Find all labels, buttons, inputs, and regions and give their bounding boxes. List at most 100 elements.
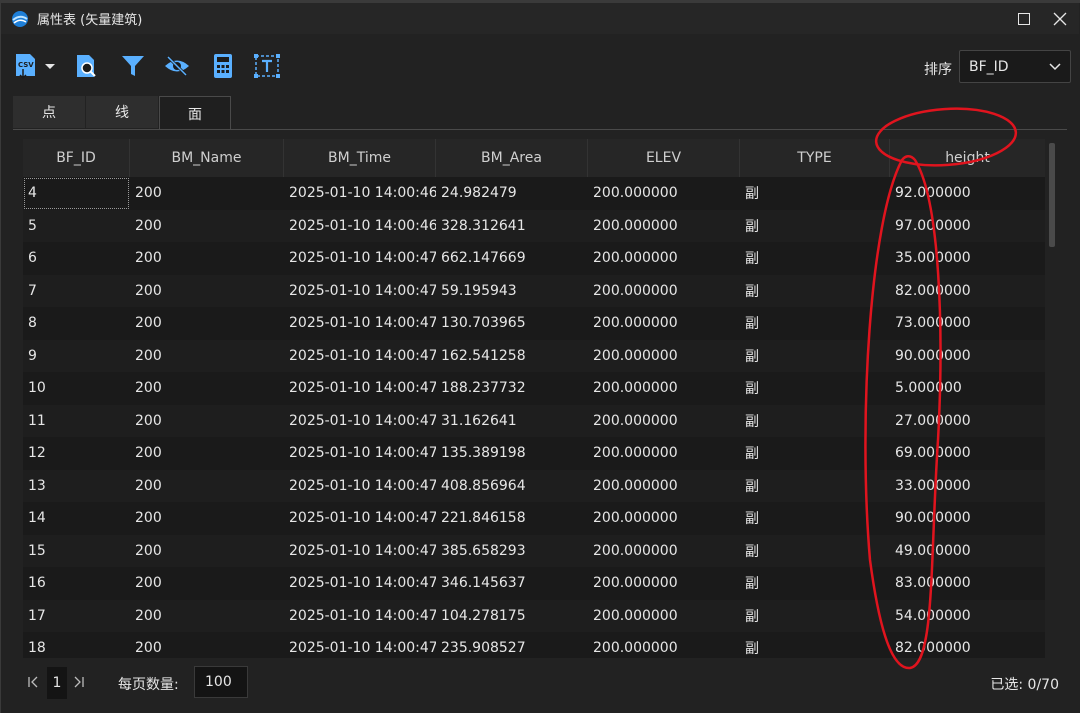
table-cell[interactable]: 200: [130, 307, 284, 340]
table-cell[interactable]: 35.000000: [890, 242, 1045, 275]
table-cell[interactable]: 8: [23, 307, 130, 340]
table-cell[interactable]: 200: [130, 567, 284, 600]
table-cell[interactable]: 副: [740, 632, 890, 658]
maximize-button[interactable]: [1007, 3, 1041, 34]
table-row[interactable]: 4 200 2025-01-10 14:00:46 24.982479 200.0000…: [23, 177, 1045, 210]
table-cell[interactable]: 104.278175: [436, 600, 588, 633]
table-cell[interactable]: 221.846158: [436, 502, 588, 535]
tab-polygon[interactable]: 面: [159, 96, 231, 130]
table-cell[interactable]: 200.000000: [588, 307, 740, 340]
scrollbar-thumb[interactable]: [1049, 143, 1055, 247]
table-cell[interactable]: 200: [130, 242, 284, 275]
table-row[interactable]: 17 200 2025-01-10 14:00:47 104.278175 200.00…: [23, 599, 1045, 633]
table-cell[interactable]: 6: [23, 242, 130, 275]
table-cell[interactable]: 副: [740, 535, 890, 568]
table-cell[interactable]: 10: [23, 372, 130, 405]
table-row[interactable]: 6 200 2025-01-10 14:00:47 662.147669 200.000…: [23, 242, 1045, 275]
table-cell[interactable]: 7: [23, 275, 130, 308]
table-cell[interactable]: 69.000000: [890, 437, 1045, 470]
table-row[interactable]: 16 200 2025-01-10 14:00:47 346.145637 200.00…: [23, 567, 1045, 600]
table-cell[interactable]: 副: [740, 372, 890, 405]
table-cell[interactable]: 副: [740, 210, 890, 243]
table-cell[interactable]: 90.000000: [890, 340, 1045, 373]
table-cell[interactable]: 200.000000: [588, 535, 740, 568]
table-cell[interactable]: 82.000000: [890, 275, 1045, 308]
table-cell[interactable]: 5.000000: [890, 372, 1045, 405]
table-cell[interactable]: 2025-01-10 14:00:47: [284, 307, 436, 340]
table-cell[interactable]: 385.658293: [436, 535, 588, 568]
table-cell[interactable]: 2025-01-10 14:00:47: [284, 437, 436, 470]
table-cell[interactable]: 2025-01-10 14:00:46: [284, 210, 436, 243]
table-cell[interactable]: 188.237732: [436, 372, 588, 405]
table-cell[interactable]: 4: [23, 177, 130, 210]
current-page[interactable]: 1: [47, 667, 67, 699]
table-cell[interactable]: 200: [130, 177, 284, 210]
table-cell[interactable]: 235.908527: [436, 632, 588, 658]
table-cell[interactable]: 200.000000: [588, 210, 740, 243]
table-cell[interactable]: 200.000000: [588, 340, 740, 373]
table-cell[interactable]: 16: [23, 567, 130, 600]
table-cell[interactable]: 2025-01-10 14:00:46: [284, 177, 436, 210]
table-row[interactable]: 10 200 2025-01-10 14:00:47 188.237732 200.00…: [23, 372, 1045, 405]
table-cell[interactable]: 90.000000: [890, 502, 1045, 535]
table-cell[interactable]: 200.000000: [588, 242, 740, 275]
table-cell[interactable]: 73.000000: [890, 307, 1045, 340]
table-cell[interactable]: 2025-01-10 14:00:47: [284, 275, 436, 308]
table-cell[interactable]: 130.703965: [436, 307, 588, 340]
table-cell[interactable]: 副: [740, 177, 890, 210]
table-row[interactable]: 11 200 2025-01-10 14:00:47 31.162641 200.000…: [23, 404, 1045, 438]
table-cell[interactable]: 2025-01-10 14:00:47: [284, 340, 436, 373]
table-cell[interactable]: 副: [740, 405, 890, 438]
table-cell[interactable]: 2025-01-10 14:00:47: [284, 242, 436, 275]
table-cell[interactable]: 162.541258: [436, 340, 588, 373]
column-header[interactable]: BF_ID: [23, 139, 130, 177]
table-cell[interactable]: 200.000000: [588, 275, 740, 308]
table-row[interactable]: 8 200 2025-01-10 14:00:47 130.703965 200.000…: [23, 307, 1045, 340]
table-row[interactable]: 14 200 2025-01-10 14:00:47 221.846158 200.00…: [23, 502, 1045, 535]
table-cell[interactable]: 副: [740, 437, 890, 470]
table-row[interactable]: 12 200 2025-01-10 14:00:47 135.389198 200.00…: [23, 437, 1045, 470]
table-cell[interactable]: 18: [23, 632, 130, 658]
column-header[interactable]: TYPE: [740, 139, 890, 177]
table-cell[interactable]: 92.000000: [890, 177, 1045, 210]
sort-field-select[interactable]: BF_ID: [959, 50, 1071, 83]
table-cell[interactable]: 200: [130, 372, 284, 405]
table-cell[interactable]: 副: [740, 275, 890, 308]
table-cell[interactable]: 14: [23, 502, 130, 535]
table-cell[interactable]: 2025-01-10 14:00:47: [284, 535, 436, 568]
table-cell[interactable]: 200: [130, 340, 284, 373]
table-cell[interactable]: 59.195943: [436, 275, 588, 308]
table-cell[interactable]: 200: [130, 275, 284, 308]
table-cell[interactable]: 副: [740, 502, 890, 535]
table-cell[interactable]: 副: [740, 340, 890, 373]
table-row[interactable]: 9 200 2025-01-10 14:00:47 162.541258 200.000…: [23, 339, 1045, 373]
table-cell[interactable]: 200.000000: [588, 177, 740, 210]
table-cell[interactable]: 13: [23, 470, 130, 503]
table-cell[interactable]: 346.145637: [436, 567, 588, 600]
table-cell[interactable]: 200: [130, 632, 284, 658]
table-cell[interactable]: 200: [130, 470, 284, 503]
table-cell[interactable]: 5: [23, 210, 130, 243]
table-cell[interactable]: 2025-01-10 14:00:47: [284, 567, 436, 600]
table-cell[interactable]: 200: [130, 502, 284, 535]
table-cell[interactable]: 9: [23, 340, 130, 373]
table-cell[interactable]: 662.147669: [436, 242, 588, 275]
table-cell[interactable]: 11: [23, 405, 130, 438]
table-cell[interactable]: 135.389198: [436, 437, 588, 470]
column-header[interactable]: ELEV: [588, 139, 740, 177]
table-cell[interactable]: 副: [740, 307, 890, 340]
table-row[interactable]: 5 200 2025-01-10 14:00:46 328.312641 200.000…: [23, 209, 1045, 243]
table-cell[interactable]: 副: [740, 600, 890, 633]
table-cell[interactable]: 24.982479: [436, 177, 588, 210]
table-cell[interactable]: 副: [740, 567, 890, 600]
table-cell[interactable]: 83.000000: [890, 567, 1045, 600]
table-cell[interactable]: 82.000000: [890, 632, 1045, 658]
title-bar[interactable]: 属性表 (矢量建筑): [1, 3, 1079, 34]
table-cell[interactable]: 27.000000: [890, 405, 1045, 438]
table-cell[interactable]: 200.000000: [588, 567, 740, 600]
text-field-button[interactable]: [253, 52, 281, 80]
column-header[interactable]: height: [890, 139, 1045, 177]
table-cell[interactable]: 200.000000: [588, 502, 740, 535]
table-cell[interactable]: 31.162641: [436, 405, 588, 438]
table-cell[interactable]: 2025-01-10 14:00:47: [284, 502, 436, 535]
